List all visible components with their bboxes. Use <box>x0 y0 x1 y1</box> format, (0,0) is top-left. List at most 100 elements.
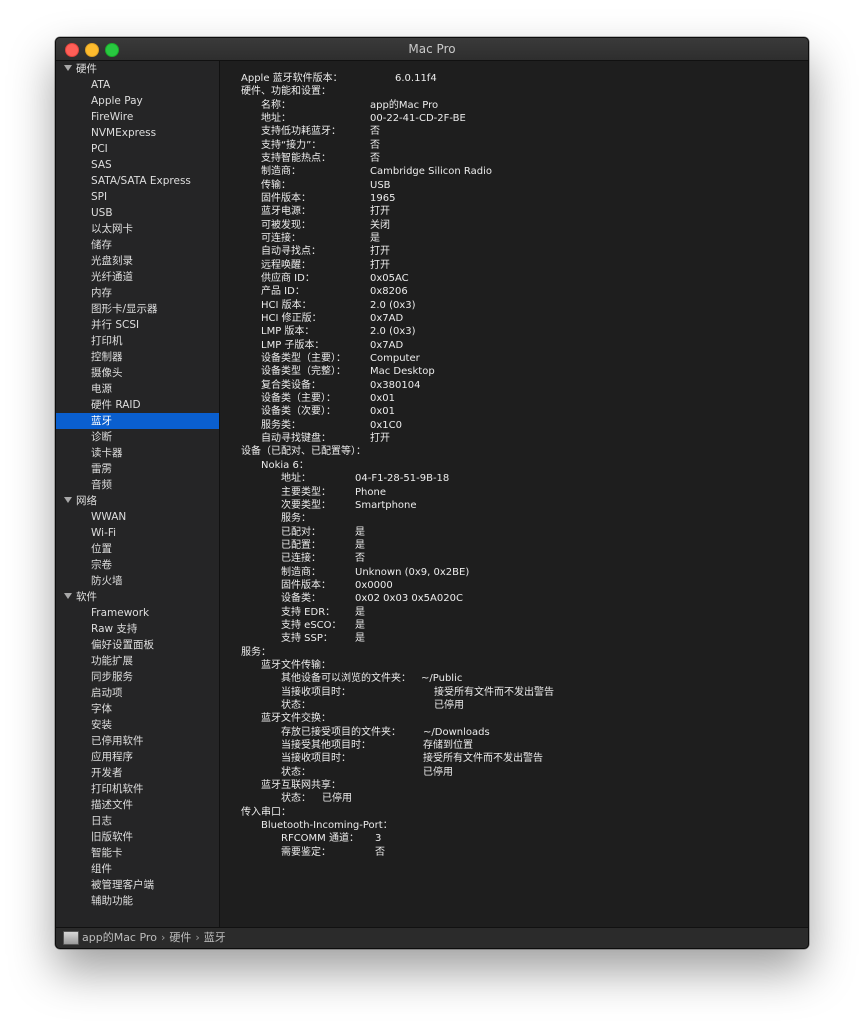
property-value: 打开 <box>370 433 390 444</box>
disclosure-triangle-icon[interactable] <box>64 65 72 71</box>
sidebar-item[interactable]: SATA/SATA Express <box>56 173 219 189</box>
property-value: 0x1C0 <box>370 420 402 431</box>
breadcrumb-bluetooth[interactable]: 蓝牙 <box>204 931 226 944</box>
property-value: 接受所有文件而不发出警告 <box>434 687 554 698</box>
sidebar-item[interactable]: Raw 支持 <box>56 621 219 637</box>
sidebar-item[interactable]: 雷雳 <box>56 461 219 477</box>
property-label: 供应商 ID： <box>261 273 315 284</box>
property-label: 主要类型： <box>281 487 331 498</box>
sidebar-category[interactable]: 网络 <box>56 493 219 509</box>
property-label: 服务类： <box>261 420 301 431</box>
sidebar-item[interactable]: 开发者 <box>56 765 219 781</box>
breadcrumb-computer[interactable]: app的Mac Pro <box>82 931 157 944</box>
title-bar[interactable]: Mac Pro <box>56 38 808 61</box>
property-label: 传输： <box>261 180 291 191</box>
detail-pane: Apple 蓝牙软件版本： 6.0.11f4 硬件、功能和设置： 名称： app的Mac… <box>220 61 808 927</box>
property-label: 硬件、功能和设置： <box>241 86 331 97</box>
disclosure-triangle-icon[interactable] <box>64 497 72 503</box>
sidebar-item[interactable]: WWAN <box>56 509 219 525</box>
sidebar-item[interactable]: 智能卡 <box>56 845 219 861</box>
property-label: 服务： <box>281 513 311 524</box>
sidebar[interactable]: 硬件 ATA Apple Pay FireWire NVMExpress PCI SAS SA… <box>56 61 220 927</box>
property-label: 当接收项目时： <box>281 687 351 698</box>
sidebar-item[interactable]: 摄像头 <box>56 365 219 381</box>
sidebar-item[interactable]: Wi-Fi <box>56 525 219 541</box>
sidebar-item[interactable]: NVMExpress <box>56 125 219 141</box>
sidebar-item[interactable]: 应用程序 <box>56 749 219 765</box>
sidebar-category-label: 软件 <box>76 591 97 603</box>
property-value: 是 <box>355 527 365 538</box>
sidebar-item[interactable]: 打印机软件 <box>56 781 219 797</box>
sidebar-item[interactable]: ATA <box>56 77 219 93</box>
sidebar-item[interactable]: Apple Pay <box>56 93 219 109</box>
sidebar-item[interactable]: 音频 <box>56 477 219 493</box>
property-value: 打开 <box>370 260 390 271</box>
sidebar-item[interactable]: 偏好设置面板 <box>56 637 219 653</box>
property-label: 已连接： <box>281 553 321 564</box>
window-title: Mac Pro <box>408 42 456 56</box>
sidebar-item[interactable]: 以太网卡 <box>56 221 219 237</box>
sidebar-item[interactable]: 读卡器 <box>56 445 219 461</box>
sidebar-item[interactable]: Framework <box>56 605 219 621</box>
sidebar-item[interactable]: 内存 <box>56 285 219 301</box>
sidebar-item[interactable]: 打印机 <box>56 333 219 349</box>
property-value: 是 <box>355 633 365 644</box>
sidebar-category[interactable]: 硬件 <box>56 61 219 77</box>
breadcrumb-hardware[interactable]: 硬件 <box>169 931 191 944</box>
sidebar-item[interactable]: 日志 <box>56 813 219 829</box>
sidebar-item[interactable]: 电源 <box>56 381 219 397</box>
sidebar-item[interactable]: 同步服务 <box>56 669 219 685</box>
sidebar-item[interactable]: 光纤通道 <box>56 269 219 285</box>
sidebar-item[interactable]: PCI <box>56 141 219 157</box>
computer-icon <box>63 931 79 945</box>
property-value: 存储到位置 <box>423 740 473 751</box>
property-value: Mac Desktop <box>370 366 435 377</box>
sidebar-item[interactable]: 宗卷 <box>56 557 219 573</box>
sidebar-item[interactable]: 辅助功能 <box>56 893 219 909</box>
property-value: Smartphone <box>355 500 417 511</box>
sidebar-item[interactable]: 安装 <box>56 717 219 733</box>
sidebar-item[interactable]: 硬件 RAID <box>56 397 219 413</box>
sidebar-item[interactable]: 功能扩展 <box>56 653 219 669</box>
property-value: 1965 <box>370 193 396 204</box>
property-label: 蓝牙电源： <box>261 206 311 217</box>
property-label: LMP 子版本： <box>261 340 325 351</box>
sidebar-item[interactable]: 已停用软件 <box>56 733 219 749</box>
sidebar-item[interactable]: 启动项 <box>56 685 219 701</box>
sidebar-item[interactable]: 光盘刻录 <box>56 253 219 269</box>
sidebar-category[interactable]: 软件 <box>56 589 219 605</box>
sidebar-item[interactable]: 位置 <box>56 541 219 557</box>
sidebar-item[interactable]: 图形卡/显示器 <box>56 301 219 317</box>
property-value: 否 <box>375 847 385 858</box>
sidebar-item[interactable]: 旧版软件 <box>56 829 219 845</box>
property-label: HCI 版本： <box>261 300 312 311</box>
property-label: 复合类设备： <box>261 380 321 391</box>
property-value: 2.0 (0x3) <box>370 326 416 337</box>
sidebar-item[interactable]: USB <box>56 205 219 221</box>
property-value: 否 <box>370 153 380 164</box>
sidebar-item[interactable]: 并行 SCSI <box>56 317 219 333</box>
sidebar-item[interactable]: 防火墙 <box>56 573 219 589</box>
property-value: 是 <box>370 233 380 244</box>
sidebar-item[interactable]: SAS <box>56 157 219 173</box>
sidebar-item[interactable]: 诊断 <box>56 429 219 445</box>
property-label: HCI 修正版： <box>261 313 322 324</box>
sidebar-item[interactable]: 组件 <box>56 861 219 877</box>
property-label: 蓝牙文件传输： <box>261 660 331 671</box>
property-label: 自动寻找点： <box>261 246 321 257</box>
property-value: Computer <box>370 353 420 364</box>
sidebar-item[interactable]: 字体 <box>56 701 219 717</box>
sidebar-item[interactable]: 蓝牙 <box>56 413 219 429</box>
disclosure-triangle-icon[interactable] <box>64 593 72 599</box>
property-label: 蓝牙互联网共享： <box>261 780 341 791</box>
path-bar: app的Mac Pro › 硬件 › 蓝牙 <box>56 927 808 948</box>
sidebar-item[interactable]: 描述文件 <box>56 797 219 813</box>
property-label: Nokia 6： <box>261 460 309 471</box>
sidebar-item[interactable]: 被管理客户端 <box>56 877 219 893</box>
property-value: 是 <box>355 540 365 551</box>
sidebar-item[interactable]: SPI <box>56 189 219 205</box>
sidebar-item[interactable]: 储存 <box>56 237 219 253</box>
property-label: 支持低功耗蓝牙： <box>261 126 341 137</box>
sidebar-item[interactable]: 控制器 <box>56 349 219 365</box>
sidebar-item[interactable]: FireWire <box>56 109 219 125</box>
